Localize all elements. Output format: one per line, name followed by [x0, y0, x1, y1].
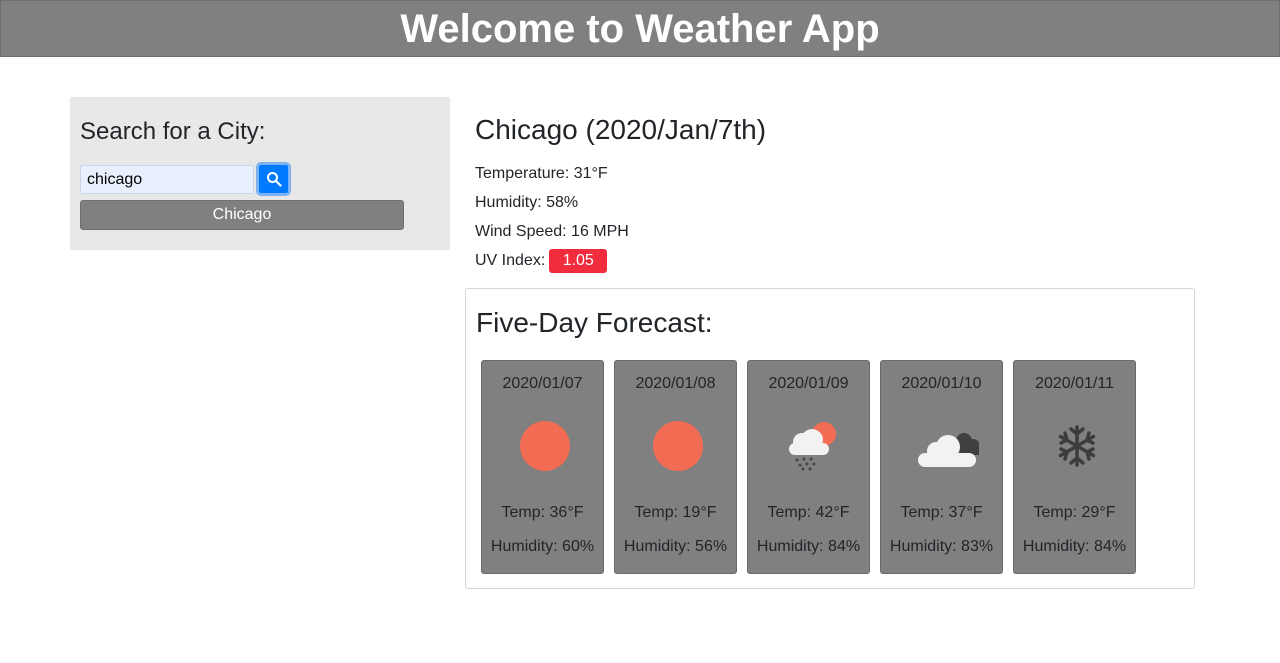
forecast-temp: Temp: 42°F: [767, 504, 850, 521]
sun-icon: [653, 421, 703, 471]
search-heading: Search for a City:: [80, 118, 266, 145]
forecast-card: 2020/01/07 Temp: 36°F Humidity: 60%: [481, 360, 604, 574]
app-header: Welcome to Weather App: [0, 0, 1280, 57]
forecast-temp: Temp: 29°F: [1033, 504, 1116, 521]
forecast-date: 2020/01/09: [768, 375, 849, 392]
rain-sun-icon: [789, 422, 836, 471]
uv-badge: 1.05: [549, 249, 608, 273]
forecast-humidity: Humidity: 60%: [490, 538, 595, 555]
uv-label: UV Index:: [475, 252, 546, 270]
current-weather: Chicago (2020/Jan/7th) Temperature: 31°F…: [475, 114, 767, 273]
forecast-temp: Temp: 19°F: [634, 504, 717, 521]
forecast-card: 2020/01/10 Temp: 37°F Humidity: 83%: [880, 360, 1003, 574]
forecast-humidity: Humidity: 84%: [1022, 538, 1127, 555]
current-wind-speed: Wind Speed: 16 MPH: [475, 223, 629, 240]
forecast-humidity: Humidity: 83%: [889, 538, 994, 555]
forecast-temp: Temp: 36°F: [501, 504, 584, 521]
forecast-humidity: Humidity: 56%: [623, 538, 728, 555]
forecast-date: 2020/01/10: [901, 375, 982, 392]
snowflake-icon: [1058, 425, 1096, 467]
current-temperature: Temperature: 31°F: [475, 165, 608, 182]
search-button[interactable]: [256, 162, 291, 196]
forecast-humidity: Humidity: 84%: [756, 538, 861, 555]
clouds-icon: [918, 433, 979, 467]
forecast-date: 2020/01/11: [1035, 375, 1114, 392]
sun-icon: [520, 421, 570, 471]
current-city-title: Chicago (2020/Jan/7th): [475, 114, 767, 145]
history-item-chicago[interactable]: Chicago: [80, 200, 404, 230]
forecast-date: 2020/01/08: [635, 375, 716, 392]
forecast-heading: Five-Day Forecast:: [476, 307, 713, 338]
search-icon: [266, 172, 282, 187]
current-uv: UV Index: 1.05: [475, 249, 608, 273]
current-humidity: Humidity: 58%: [475, 194, 579, 211]
forecast-date: 2020/01/07: [502, 375, 583, 392]
app-title: Welcome to Weather App: [400, 6, 880, 51]
forecast-card: 2020/01/09 Temp: 42°F Humidity: 84%: [747, 360, 870, 574]
five-day-forecast: Five-Day Forecast: 2020/01/07 Temp: 36°F…: [465, 288, 1195, 589]
city-search-input[interactable]: [80, 165, 254, 194]
forecast-card: 2020/01/11 Temp: 29°F Humidity: 84%: [1013, 360, 1136, 574]
forecast-temp: Temp: 37°F: [900, 504, 983, 521]
search-panel: Search for a City: Chicago: [70, 97, 450, 250]
forecast-card: 2020/01/08 Temp: 19°F Humidity: 56%: [614, 360, 737, 574]
